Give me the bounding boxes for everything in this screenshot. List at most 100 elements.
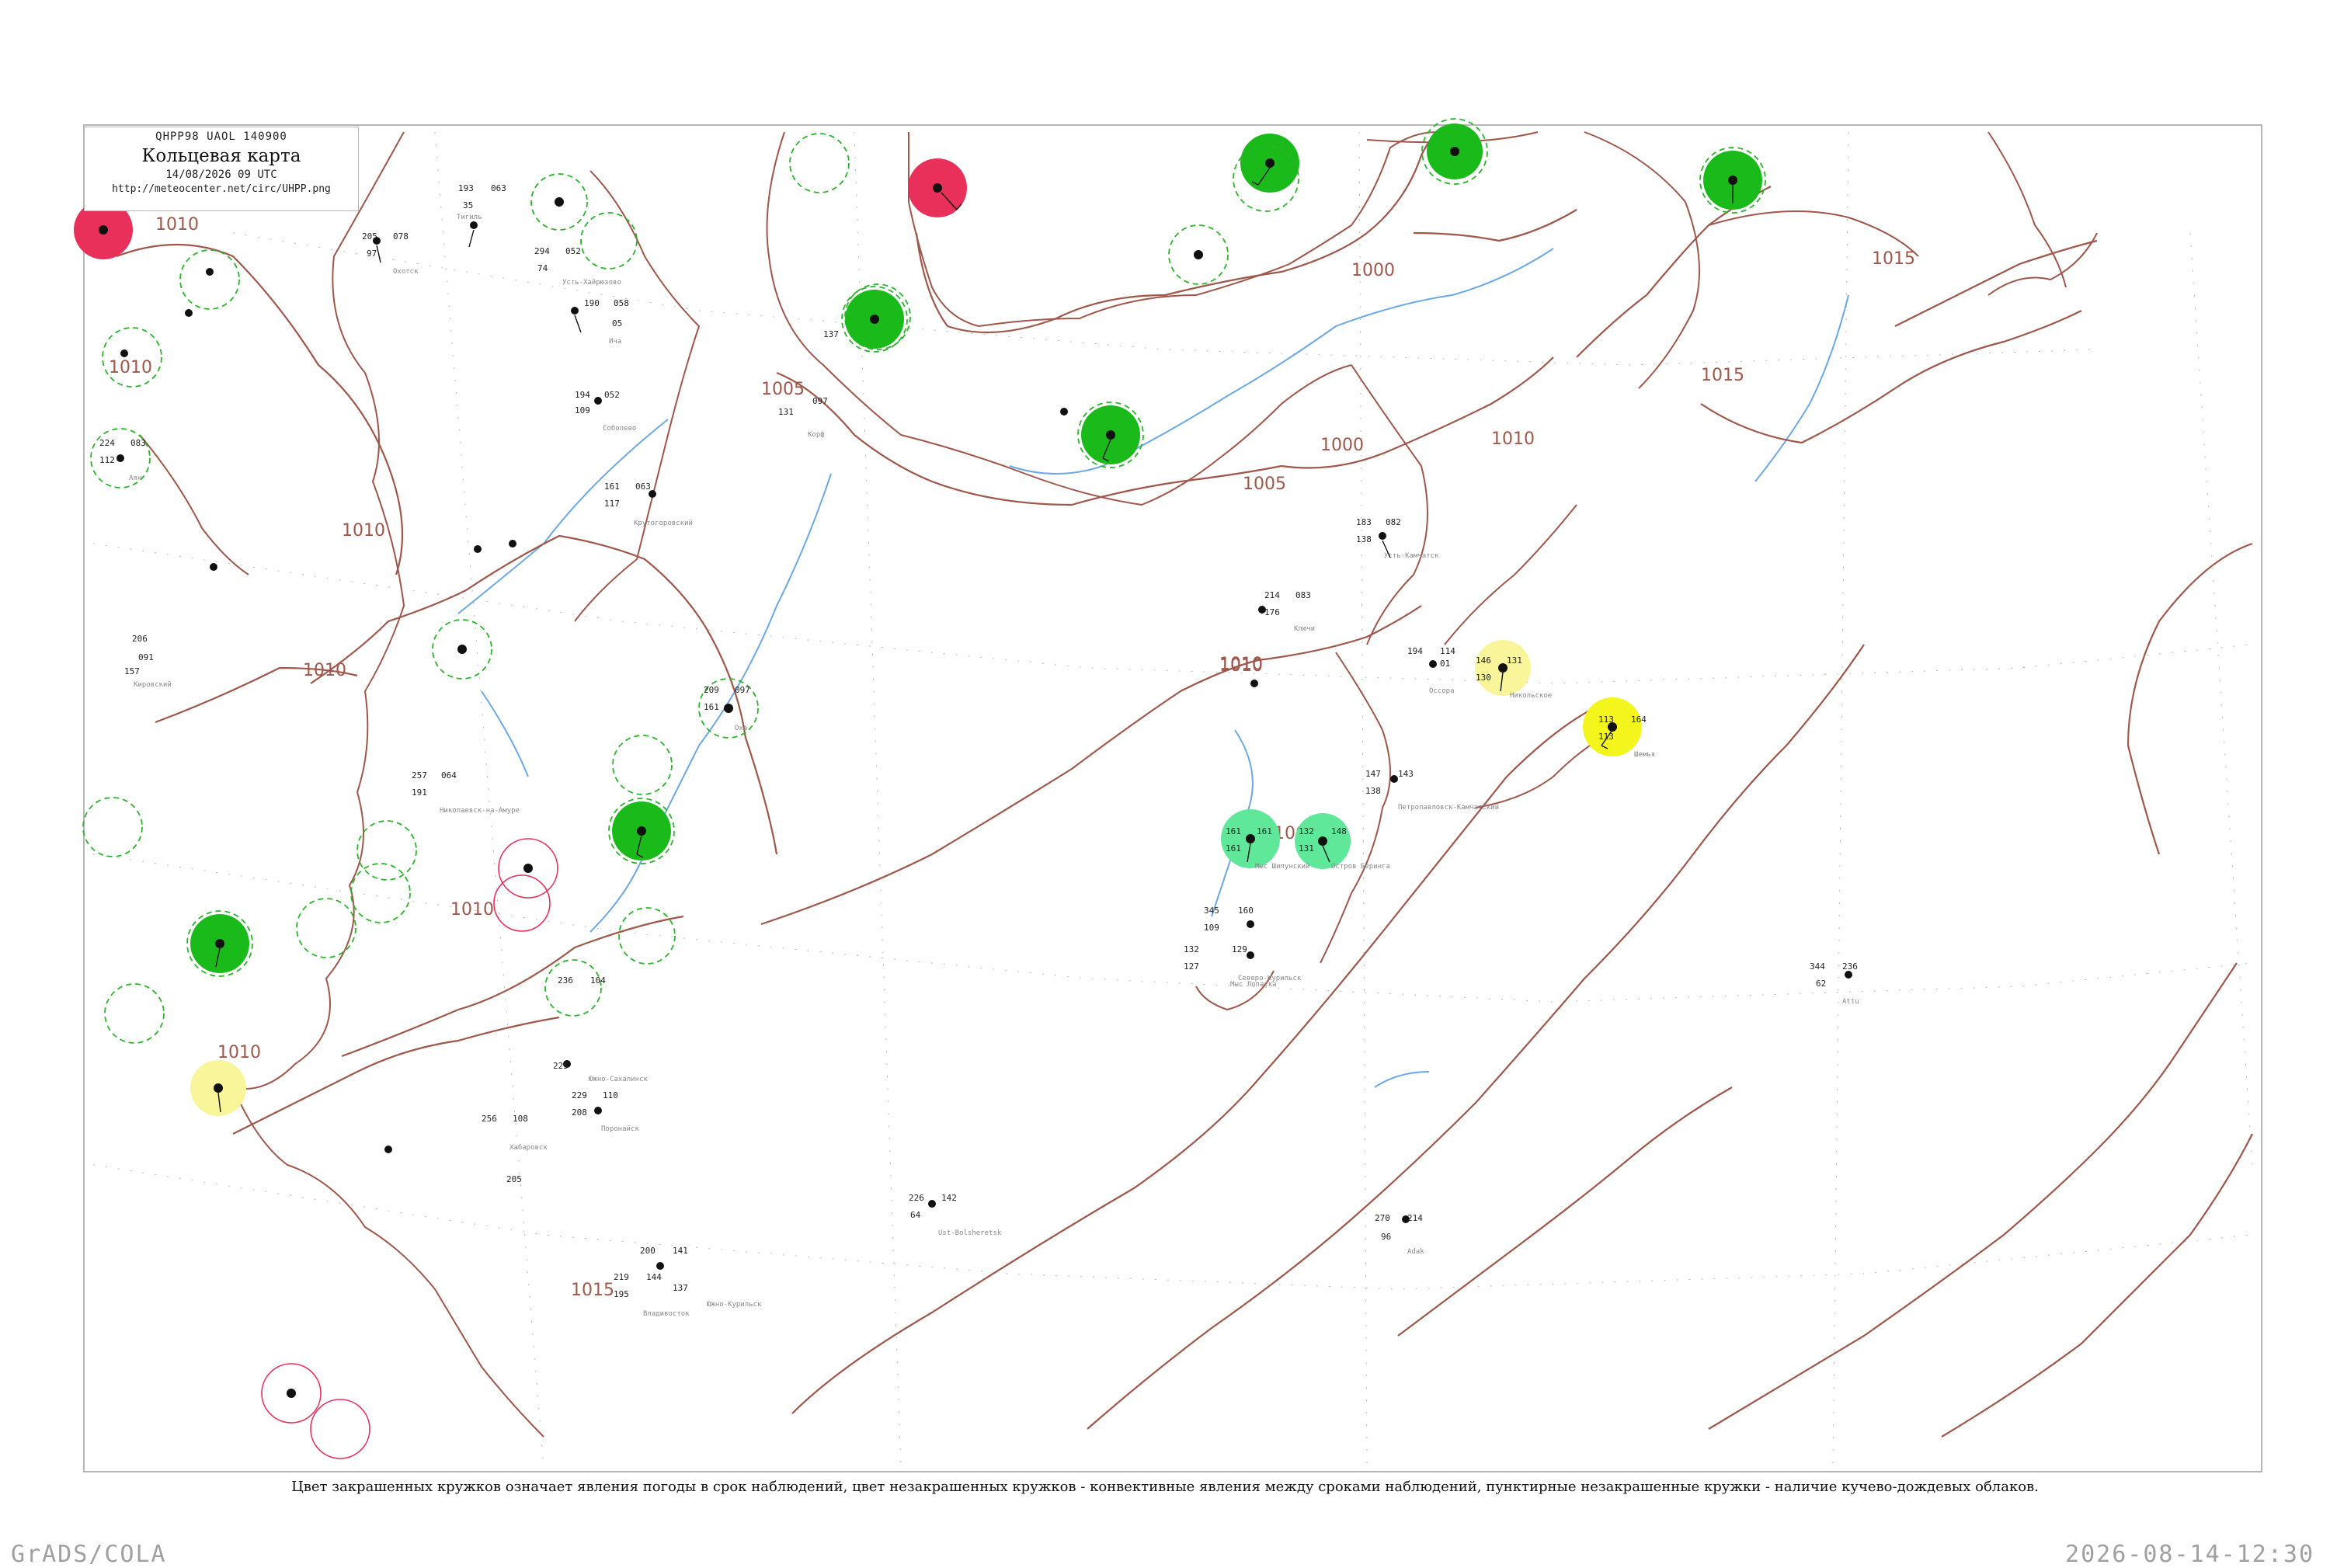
station-code: 138 (1365, 786, 1381, 796)
station-pressure: 131 (1507, 655, 1522, 666)
bulletin-code: QHPP98 UAOL 140900 (155, 130, 287, 143)
station-pressure: 052 (604, 390, 620, 400)
station-pressure: 104 (590, 975, 606, 986)
source-url: http://meteocenter.net/circ/UHPP.png (112, 183, 331, 195)
map-title: Кольцевая карта (141, 146, 301, 166)
station-code: 109 (575, 405, 590, 415)
station-code: 96 (1381, 1232, 1391, 1242)
station-pressure: 064 (441, 770, 457, 781)
isobar-label: 1010 (217, 1043, 261, 1062)
station-code: 97 (367, 249, 377, 259)
station-temp: 132 (1184, 944, 1199, 954)
station-code: 109 (1204, 923, 1219, 933)
station-name: Шемья (1634, 751, 1655, 759)
station-code: 131 (778, 407, 794, 417)
station-pressure: 214 (1407, 1213, 1423, 1223)
station-pressure: 063 (635, 482, 651, 492)
station-pressure: 082 (1386, 517, 1401, 527)
isobar-label: 1005 (1243, 475, 1286, 494)
station-code: 74 (537, 263, 548, 273)
isobar-label: 1000 (1320, 436, 1364, 455)
station-name: Корф (808, 431, 825, 439)
station-pressure: 083 (130, 438, 146, 448)
station-name: Крутогоровский (634, 520, 693, 527)
station-pressure: 083 (1295, 590, 1311, 600)
station-temp: 236 (558, 975, 573, 986)
isobar-label: 1015 (1872, 249, 1915, 269)
map-caption: Цвет закрашенных кружков означает явлени… (291, 1479, 2039, 1495)
station-temp: 183 (1356, 517, 1372, 527)
station-code: 64 (910, 1210, 921, 1220)
station-code: 138 (1356, 534, 1372, 544)
station-temp: 205 (362, 231, 377, 242)
station-name: Охотск (393, 268, 419, 276)
station-name: Петропавловск-Камчатский (1398, 804, 1499, 812)
station-name: Тигиль (457, 214, 482, 221)
station-name: Оха (735, 725, 747, 732)
isobar-label: 1015 (1701, 366, 1744, 385)
station-pressure: 078 (393, 231, 409, 242)
station-name: Владивосток (643, 1310, 690, 1318)
station-code: 225 (553, 1061, 569, 1071)
station-pressure: 164 (1631, 714, 1647, 725)
isobar-label: 1010 (1219, 656, 1263, 676)
isobar-label: 1010 (342, 521, 385, 541)
station-pressure: 114 (1440, 646, 1455, 656)
station-pressure: 110 (603, 1090, 618, 1100)
station-pressure: 148 (1331, 826, 1347, 836)
station-temp: 206 (132, 634, 148, 644)
station-pressure: 063 (491, 183, 506, 193)
station-name: Ключи (1294, 625, 1315, 633)
station-code: 112 (99, 455, 115, 465)
station-code: 62 (1816, 979, 1826, 989)
station-name: Ust-Bolsheretsk (938, 1229, 1002, 1237)
observation-datetime: 14/08/2026 09 UTC (165, 169, 277, 181)
station-name: Усть-Камчатск (1384, 552, 1439, 560)
station-code: 117 (604, 499, 620, 509)
station-temp: 256 (482, 1114, 497, 1124)
station-code: 137 (673, 1283, 688, 1293)
station-pressure: 058 (614, 298, 629, 308)
weather-map-canvas: 1010 1010 1010 1010 1010 1010 1010 1005 … (74, 118, 2262, 1472)
station-temp: 224 (99, 438, 115, 448)
station-code: 208 (572, 1107, 587, 1118)
station-name: Adak (1407, 1248, 1424, 1256)
station-pressure: 097 (735, 685, 750, 695)
station-name: Усть-Хайрюзово (562, 279, 621, 287)
station-pressure: 052 (565, 246, 581, 256)
station-name: Аян (129, 475, 141, 482)
station-pressure: 143 (1398, 769, 1414, 779)
station-name: Оссора (1429, 687, 1455, 695)
station-name: Николаевск-на-Амуре (440, 807, 520, 815)
software-credit: GrADS/COLA (11, 1541, 167, 1568)
station-code: 35 (463, 200, 473, 210)
station-temp: 270 (1375, 1213, 1390, 1223)
station-temp: 190 (584, 298, 600, 308)
station-pressure: 108 (513, 1114, 528, 1124)
isobar-label: 1010 (303, 661, 346, 680)
station-temp: 137 (823, 329, 839, 339)
station-temp: 345 (1204, 906, 1219, 916)
station-temp: 147 (1365, 769, 1381, 779)
station-temp: 229 (572, 1090, 587, 1100)
station-pressure: 141 (673, 1246, 688, 1256)
station-pressure: 142 (941, 1193, 957, 1203)
station-code: 01 (1440, 659, 1450, 669)
map-legend-box: QHPP98 UAOL 140900 Кольцевая карта 14/08… (84, 127, 359, 211)
station-pressure: 129 (1232, 944, 1247, 954)
station-code: 176 (1264, 607, 1280, 617)
map-frame (83, 124, 2262, 1472)
render-timestamp: 2026-08-14-12:30 (2065, 1541, 2314, 1568)
station-code: 191 (412, 787, 427, 798)
station-name: Кировский (134, 681, 172, 689)
isobar-label: 1000 (1351, 261, 1395, 280)
station-pressure: 236 (1842, 961, 1858, 972)
station-name: Южно-Курильск (707, 1301, 762, 1309)
isobar-label: 1005 (761, 380, 805, 399)
station-code: 161 (1226, 843, 1241, 854)
station-pressure: 160 (1238, 906, 1254, 916)
isobar-label: 1010 (155, 215, 199, 235)
station-name: Остров Беринга (1331, 863, 1390, 871)
isobar-label: 1010 (450, 900, 494, 920)
station-pressure: 144 (646, 1272, 662, 1282)
